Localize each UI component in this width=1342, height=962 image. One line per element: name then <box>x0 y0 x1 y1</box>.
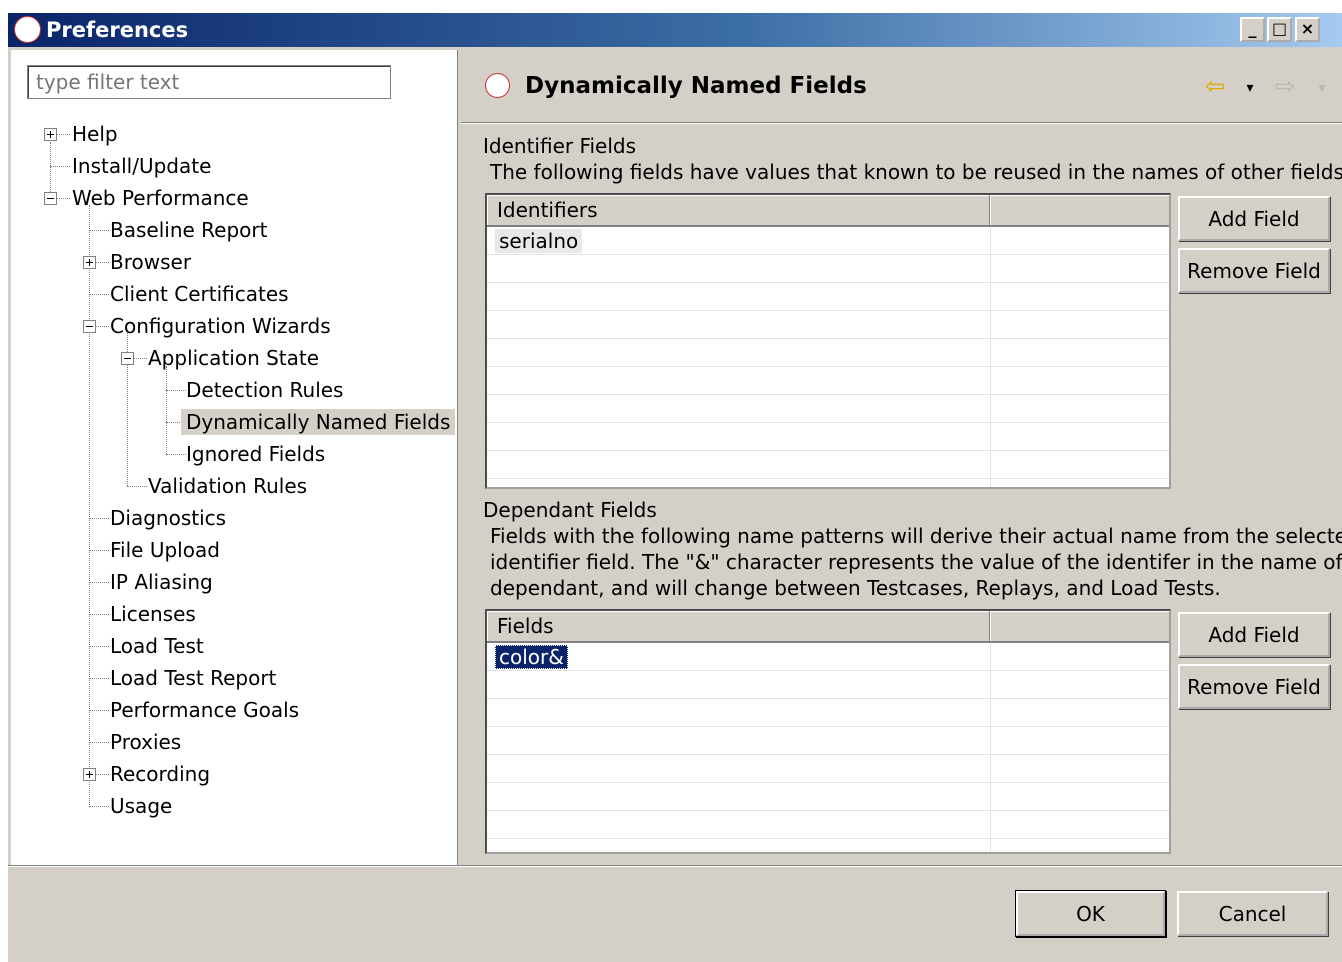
add-dependant-field-button[interactable]: Add Field <box>1178 612 1330 657</box>
identifier-fields-description: The following fields have values that kn… <box>490 160 1342 184</box>
close-button[interactable]: × <box>1295 17 1320 42</box>
fields-blank-column-header[interactable] <box>990 611 1169 643</box>
app-icon <box>14 16 41 43</box>
expand-browser-icon[interactable] <box>83 256 96 269</box>
forward-menu-chevron-down-icon: ▾ <box>1318 80 1326 96</box>
collapse-web-performance-icon[interactable] <box>44 192 57 205</box>
tree-item-browser[interactable]: Browser <box>110 249 191 275</box>
tree-item-licenses[interactable]: Licenses <box>110 601 196 627</box>
tree-item-load-test[interactable]: Load Test <box>110 633 204 659</box>
remove-dependant-field-button[interactable]: Remove Field <box>1178 664 1330 709</box>
identifiers-blank-column-header[interactable] <box>990 195 1169 227</box>
tree-item-usage[interactable]: Usage <box>110 793 172 819</box>
tree-item-detection-rules[interactable]: Detection Rules <box>186 377 343 403</box>
table-row[interactable]: color& <box>487 643 1169 671</box>
tree-item-file-upload[interactable]: File Upload <box>110 537 220 563</box>
tree-item-application-state[interactable]: Application State <box>148 345 319 371</box>
tree-item-load-test-report[interactable]: Load Test Report <box>110 665 276 691</box>
tree-item-install-update[interactable]: Install/Update <box>72 153 211 179</box>
minimize-button[interactable]: _ <box>1240 17 1265 42</box>
expand-help-icon[interactable] <box>44 128 57 141</box>
page-title: Dynamically Named Fields <box>525 73 867 99</box>
dependant-field-cell[interactable]: color& <box>495 645 568 669</box>
cancel-button[interactable]: Cancel <box>1177 891 1328 936</box>
tree-item-diagnostics[interactable]: Diagnostics <box>110 505 226 531</box>
tree-item-help[interactable]: Help <box>72 121 118 147</box>
tree-item-client-certificates[interactable]: Client Certificates <box>110 281 289 307</box>
identifier-cell[interactable]: serialno <box>495 229 583 253</box>
footer-separator <box>8 865 1342 867</box>
tree-item-dynamically-named-fields[interactable]: Dynamically Named Fields <box>181 409 456 435</box>
header-separator <box>461 122 1342 124</box>
dependant-fields-description-line-1: Fields with the following name patterns … <box>490 524 1342 548</box>
add-identifier-field-button[interactable]: Add Field <box>1178 196 1330 241</box>
tree-item-recording[interactable]: Recording <box>110 761 210 787</box>
forward-arrow-icon: ⇨ <box>1274 72 1296 100</box>
back-arrow-icon[interactable]: ⇦ <box>1200 72 1230 100</box>
pane-splitter[interactable] <box>457 50 461 865</box>
tree-item-ignored-fields[interactable]: Ignored Fields <box>186 441 325 467</box>
expand-recording-icon[interactable] <box>83 768 96 781</box>
filter-input[interactable] <box>27 65 391 99</box>
tree-item-performance-goals[interactable]: Performance Goals <box>110 697 299 723</box>
identifiers-table[interactable]: Identifiers serialno <box>485 193 1171 489</box>
dependant-fields-table[interactable]: Fields color& <box>485 609 1171 854</box>
title-bar: Preferences _ □ × <box>8 13 1342 47</box>
maximize-button[interactable]: □ <box>1267 17 1292 42</box>
identifier-fields-heading: Identifier Fields <box>483 134 637 158</box>
tree-item-baseline-report[interactable]: Baseline Report <box>110 217 267 243</box>
tree-item-proxies[interactable]: Proxies <box>110 729 181 755</box>
back-menu-chevron-down-icon[interactable]: ▾ <box>1240 74 1260 102</box>
tree-item-configuration-wizards[interactable]: Configuration Wizards <box>110 313 331 339</box>
fields-column-header[interactable]: Fields <box>487 611 990 643</box>
dependant-fields-description-line-3: dependant, and will change between Testc… <box>490 576 1221 600</box>
identifiers-column-header[interactable]: Identifiers <box>487 195 990 227</box>
tree-item-validation-rules[interactable]: Validation Rules <box>148 473 307 499</box>
page-icon <box>485 73 510 98</box>
collapse-configuration-wizards-icon[interactable] <box>83 320 96 333</box>
dependant-fields-description-line-2: identifier field. The "&" character repr… <box>490 550 1342 574</box>
ok-button[interactable]: OK <box>1016 891 1165 936</box>
tree-item-ip-aliasing[interactable]: IP Aliasing <box>110 569 213 595</box>
collapse-application-state-icon[interactable] <box>121 352 134 365</box>
table-row[interactable]: serialno <box>487 227 1169 255</box>
tree-item-web-performance[interactable]: Web Performance <box>72 185 249 211</box>
dependant-fields-heading: Dependant Fields <box>483 498 657 522</box>
window-title: Preferences <box>46 18 189 42</box>
remove-identifier-field-button[interactable]: Remove Field <box>1178 248 1330 293</box>
